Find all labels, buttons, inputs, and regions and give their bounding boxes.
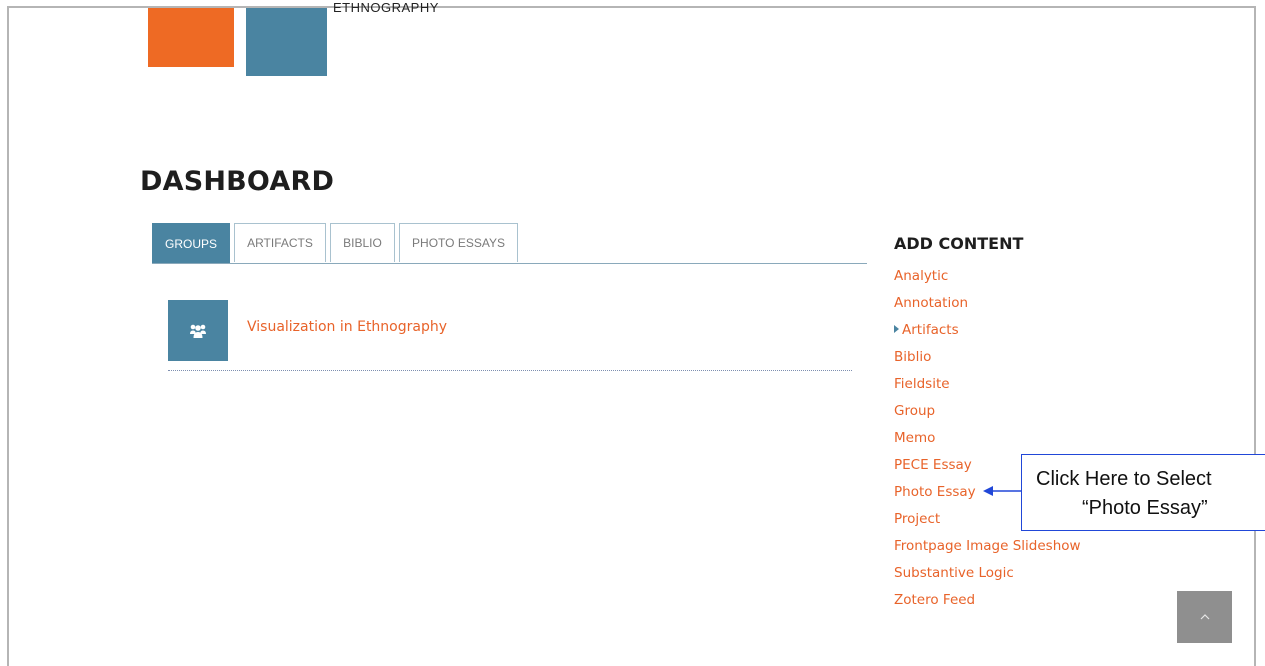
tab-biblio[interactable]: BIBLIO (330, 223, 395, 262)
add-content-group[interactable]: Group (894, 401, 1081, 428)
callout-arrow-icon (983, 486, 1022, 496)
tab-artifacts-label: ARTIFACTS (247, 236, 313, 250)
group-link[interactable]: Visualization in Ethnography (247, 319, 447, 335)
tab-groups-label: GROUPS (164, 236, 217, 251)
annotation-callout: Click Here to Select “Photo Essay” (1021, 454, 1265, 531)
callout-text-line1: Click Here to Select (1036, 468, 1212, 490)
add-content-memo[interactable]: Memo (894, 428, 1081, 455)
add-content-heading: ADD CONTENT (894, 234, 1024, 253)
add-content-frontpage-image-slideshow[interactable]: Frontpage Image Slideshow (894, 536, 1081, 563)
logo-blue-block (246, 8, 327, 76)
add-content-fieldsite[interactable]: Fieldsite (894, 374, 1081, 401)
scroll-to-top-button[interactable] (1177, 591, 1232, 643)
tab-artifacts[interactable]: ARTIFACTS (234, 223, 326, 262)
tab-photo-essays-label: PHOTO ESSAYS (412, 236, 505, 250)
group-icon-tile[interactable] (168, 300, 228, 361)
tab-photo-essays[interactable]: PHOTO ESSAYS (399, 223, 518, 262)
add-content-list: Analytic Annotation Artifacts Biblio Fie… (894, 266, 1081, 617)
add-content-substantive-logic[interactable]: Substantive Logic (894, 563, 1081, 590)
add-content-annotation[interactable]: Annotation (894, 293, 1081, 320)
expand-triangle-icon (894, 325, 899, 333)
group-people-icon (190, 324, 206, 338)
add-content-artifacts-label: Artifacts (902, 322, 959, 338)
dashboard-tabs: GROUPS ARTIFACTS BIBLIO PHOTO ESSAYS (152, 223, 867, 264)
tab-biblio-label: BIBLIO (343, 236, 382, 250)
add-content-biblio[interactable]: Biblio (894, 347, 1081, 374)
list-item: Visualization in Ethnography (168, 300, 852, 371)
add-content-analytic[interactable]: Analytic (894, 266, 1081, 293)
tab-groups[interactable]: GROUPS (152, 223, 230, 263)
site-name-text: ETHNOGRAPHY (333, 2, 439, 14)
add-content-artifacts[interactable]: Artifacts (894, 320, 1081, 347)
logo-orange-block (148, 8, 234, 67)
page-title: DASHBOARD (140, 166, 335, 197)
add-content-zotero-feed[interactable]: Zotero Feed (894, 590, 1081, 617)
chevron-up-icon (1200, 614, 1209, 620)
callout-text-line2: “Photo Essay” (1082, 497, 1208, 519)
